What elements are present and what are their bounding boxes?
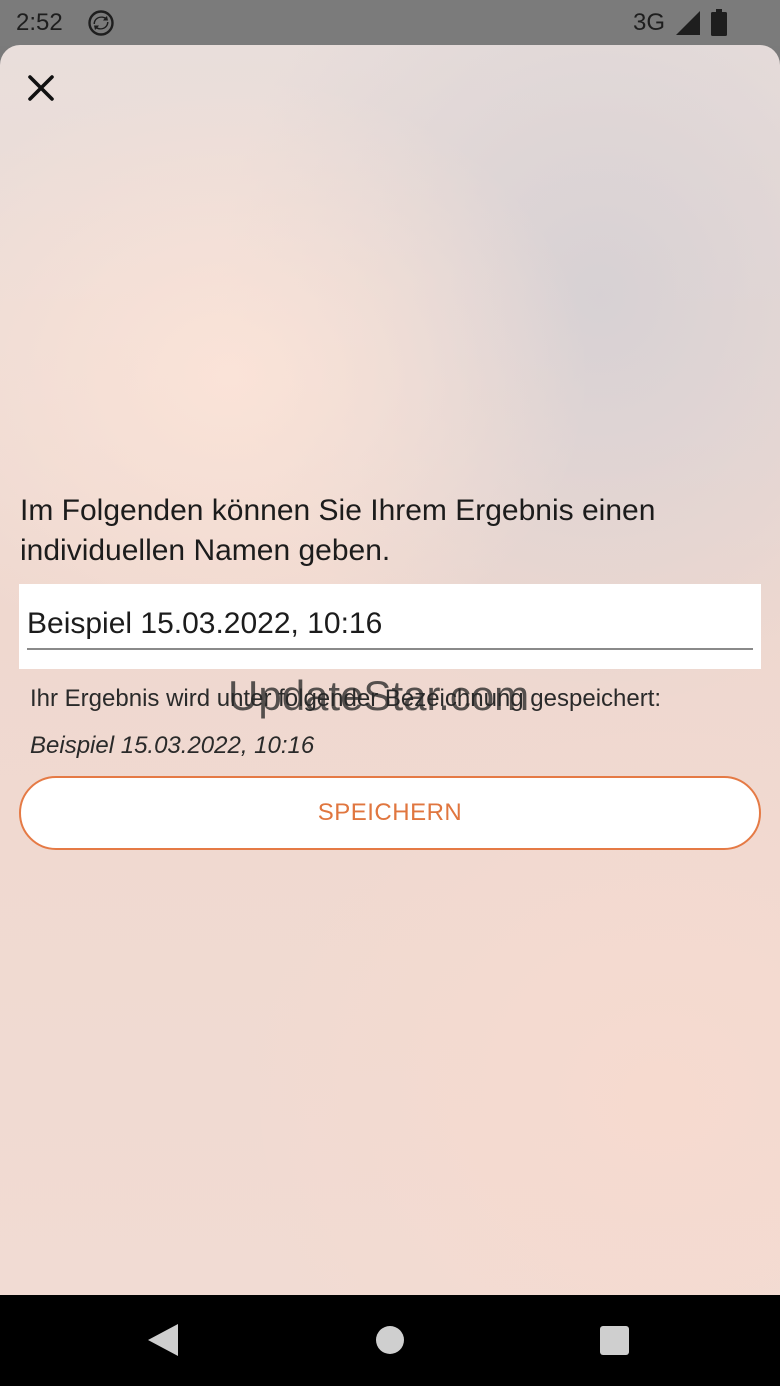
status-bar: 2:52 3G (0, 0, 780, 46)
result-name-input[interactable] (27, 600, 753, 650)
save-hint-text: Ihr Ergebnis wird unter folgender Bezeic… (30, 685, 662, 712)
network-type: 3G (633, 9, 666, 36)
close-icon (28, 75, 54, 101)
save-button[interactable]: SPEICHERN (19, 776, 761, 850)
recents-icon[interactable] (600, 1326, 629, 1355)
sync-icon (88, 10, 114, 36)
status-time: 2:52 (16, 9, 63, 36)
signal-icon (676, 11, 700, 35)
battery-icon (711, 9, 727, 36)
name-field-container (19, 584, 761, 669)
rename-result-sheet: Im Folgenden können Sie Ihrem Ergebnis e… (0, 45, 780, 1295)
close-button[interactable] (20, 67, 62, 109)
navigation-bar (0, 1295, 780, 1386)
intro-text: Im Folgenden können Sie Ihrem Ergebnis e… (20, 494, 656, 567)
name-preview-text: Beispiel 15.03.2022, 10:16 (30, 732, 315, 759)
back-icon[interactable] (148, 1324, 178, 1356)
home-icon[interactable] (376, 1326, 404, 1354)
